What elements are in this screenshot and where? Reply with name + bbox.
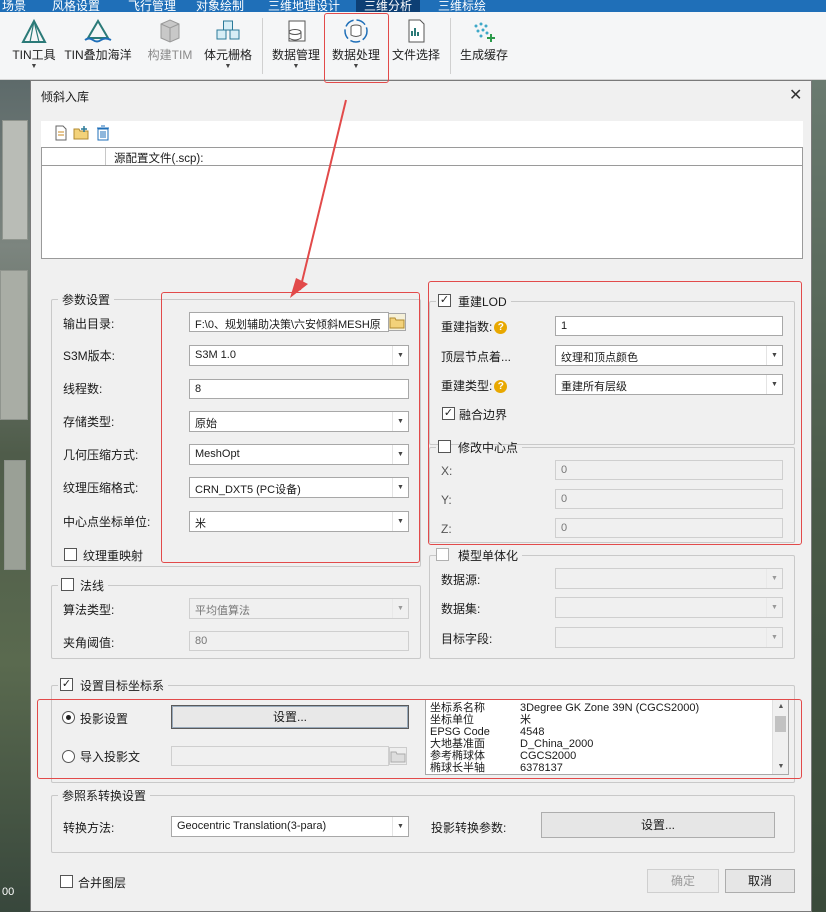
- build-tim-label: 构建TIM: [147, 48, 193, 62]
- texture-remap-label: 纹理重映射: [83, 549, 144, 563]
- map-scale-label: 00: [2, 886, 15, 898]
- chevron-down-icon: ▼: [224, 63, 232, 70]
- building-model: [4, 460, 26, 570]
- transform-method-select[interactable]: Geocentric Translation(3-para) ▼: [171, 816, 409, 837]
- generate-cache-button[interactable]: 生成缓存: [456, 14, 512, 74]
- data-manage-label: 数据管理: [271, 48, 320, 62]
- source-file-list[interactable]: 源配置文件(.scp):: [41, 147, 803, 259]
- add-folder-icon[interactable]: [73, 125, 89, 141]
- building-model: [2, 120, 28, 240]
- target-field-label: 目标字段:: [441, 632, 493, 646]
- normal-checkbox[interactable]: [61, 578, 74, 591]
- annotation-box-data-process: [324, 13, 389, 83]
- file-list-header: 源配置文件(.scp):: [42, 148, 802, 166]
- chevron-down-icon: ▼: [392, 817, 408, 836]
- chevron-down-icon: ▼: [392, 599, 408, 618]
- algorithm-value: 平均值算法: [195, 605, 250, 617]
- voxel-grid-label: 体元栅格: [203, 48, 252, 62]
- transform-method-label: 转换方法:: [63, 821, 115, 835]
- texture-compress-label: 纹理压缩格式:: [63, 481, 139, 495]
- build-tim-icon: [160, 19, 180, 43]
- annotation-box-params: [161, 292, 420, 563]
- map-view-right[interactable]: [810, 80, 826, 912]
- singleton-checkbox[interactable]: [436, 548, 449, 561]
- data-manage-button[interactable]: 数据管理 ▼: [268, 14, 324, 74]
- chevron-down-icon: ▼: [766, 628, 782, 647]
- cancel-button[interactable]: 取消: [725, 869, 795, 893]
- build-tim-button[interactable]: 构建TIM: [144, 14, 196, 74]
- menu-tab-flight[interactable]: 飞行管理: [128, 0, 176, 12]
- output-dir-label: 输出目录:: [63, 317, 115, 331]
- menu-tab-scene[interactable]: 场景: [2, 0, 26, 12]
- tin-tool-label: TIN工具: [12, 48, 56, 62]
- angle-label: 夹角阈值:: [63, 636, 115, 650]
- tin-ocean-label: TIN叠加海洋: [64, 48, 132, 62]
- datasource-select[interactable]: ▼: [555, 568, 783, 589]
- ribbon-separator: [262, 18, 263, 74]
- algorithm-label: 算法类型:: [63, 603, 115, 617]
- file-list-index-column: [42, 148, 106, 165]
- menu-tab-3d-plot[interactable]: 三维标绘: [438, 0, 486, 12]
- annotation-box-target-crs: [37, 699, 802, 779]
- dataset-select[interactable]: ▼: [555, 597, 783, 618]
- ribbon-separator: [450, 18, 451, 74]
- scp-column-header: 源配置文件(.scp):: [114, 153, 204, 165]
- geometry-compress-label: 几何压缩方式:: [63, 448, 139, 462]
- menu-tab-draw[interactable]: 对象绘制: [196, 0, 244, 12]
- menu-tab-style[interactable]: 风格设置: [52, 0, 100, 12]
- file-select-icon: [408, 19, 425, 43]
- ribbon-toolbar: TIN工具 ▼ TIN叠加海洋 构建TIM 体元栅格 ▼ 数据管理 ▼ 数据处理…: [0, 12, 826, 80]
- generate-cache-icon: [474, 22, 495, 42]
- algorithm-select[interactable]: 平均值算法 ▼: [189, 598, 409, 619]
- chevron-down-icon: ▼: [766, 569, 782, 588]
- tin-tool-button[interactable]: TIN工具 ▼: [10, 14, 58, 74]
- storage-type-label: 存储类型:: [63, 415, 115, 429]
- file-select-button[interactable]: 文件选择: [390, 14, 442, 74]
- params-legend: 参数设置: [62, 293, 111, 307]
- data-manage-icon: [288, 20, 306, 42]
- map-view-left[interactable]: 00: [0, 80, 32, 912]
- s3m-version-label: S3M版本:: [63, 349, 116, 363]
- voxel-grid-button[interactable]: 体元栅格 ▼: [200, 14, 256, 74]
- threads-label: 线程数:: [63, 382, 103, 396]
- ref-transform-legend: 参照系转换设置: [62, 789, 147, 803]
- menu-tab-3d-design[interactable]: 三维地理设计: [268, 0, 340, 12]
- building-model: [0, 270, 28, 420]
- tin-ocean-icon: [84, 19, 112, 43]
- add-file-icon[interactable]: [53, 125, 69, 141]
- delete-icon[interactable]: [95, 125, 111, 141]
- target-crs-legend: 设置目标坐标系: [80, 679, 165, 693]
- file-select-label: 文件选择: [391, 48, 440, 62]
- chevron-down-icon: ▼: [766, 598, 782, 617]
- texture-remap-checkbox[interactable]: [64, 548, 77, 561]
- center-unit-label: 中心点坐标单位:: [63, 515, 151, 529]
- chevron-down-icon: ▼: [292, 63, 300, 70]
- proj-param-setting-button[interactable]: 设置...: [541, 812, 775, 838]
- close-icon[interactable]: ✕: [789, 85, 802, 105]
- dataset-label: 数据集:: [441, 602, 481, 616]
- merge-layers-checkbox[interactable]: [60, 875, 73, 888]
- menubar: 场景 风格设置 飞行管理 对象绘制 三维地理设计 三维分析 三维标绘: [0, 0, 826, 12]
- target-crs-checkbox[interactable]: ✓: [60, 678, 73, 691]
- generate-cache-label: 生成缓存: [459, 48, 508, 62]
- annotation-box-lod: [428, 281, 802, 545]
- merge-layers-label: 合并图层: [78, 876, 127, 890]
- file-toolbar: [41, 121, 803, 147]
- angle-field[interactable]: 80: [189, 631, 409, 651]
- menu-tab-3d-analysis[interactable]: 三维分析: [356, 0, 421, 12]
- tin-ocean-button[interactable]: TIN叠加海洋: [62, 14, 134, 74]
- target-field-select[interactable]: ▼: [555, 627, 783, 648]
- tin-tool-icon: [21, 18, 47, 43]
- datasource-label: 数据源:: [441, 573, 481, 587]
- ok-button[interactable]: 确定: [647, 869, 719, 893]
- transform-method-value: Geocentric Translation(3-para): [177, 820, 327, 832]
- dialog-title: 倾斜入库: [41, 90, 90, 104]
- voxel-grid-icon: [216, 20, 240, 40]
- chevron-down-icon: ▼: [30, 63, 38, 70]
- proj-param-label: 投影转换参数:: [431, 821, 507, 835]
